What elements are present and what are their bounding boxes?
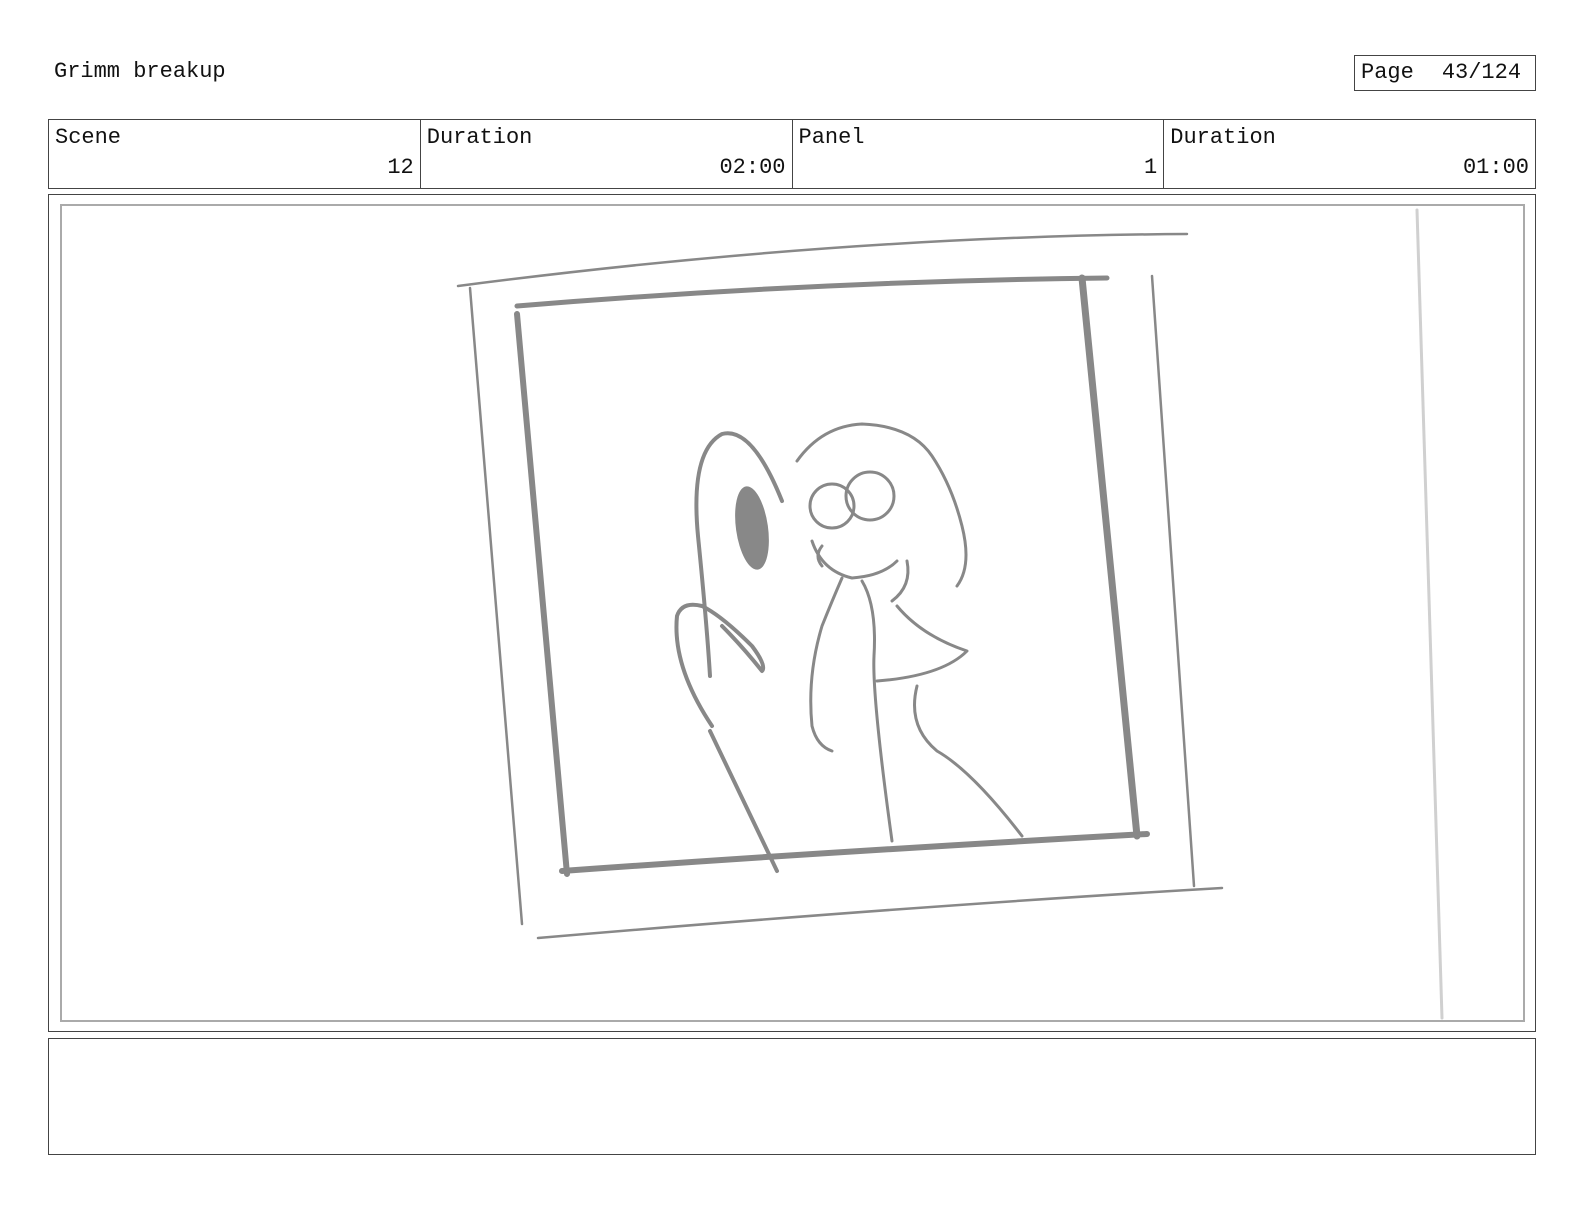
- girl-figure: [795, 422, 1024, 843]
- scene-cell: Scene 12: [49, 120, 421, 188]
- wall-edge-line: [1415, 208, 1444, 1020]
- notes-box: [48, 1038, 1536, 1155]
- panel-label: Panel: [798, 125, 865, 150]
- scene-value: 12: [387, 155, 414, 180]
- inner-photo-frame: [514, 274, 1150, 877]
- scene-label: Scene: [55, 125, 122, 150]
- panel-duration-value: 01:00: [1462, 155, 1529, 180]
- panel-image: [60, 204, 1525, 1022]
- creature-figure: [674, 431, 784, 873]
- panel-duration-cell: Duration 01:00: [1164, 120, 1535, 188]
- page-indicator: Page 43/124: [1354, 55, 1536, 91]
- scene-duration-label: Duration: [426, 125, 533, 150]
- scene-duration-cell: Duration 02:00: [421, 120, 793, 188]
- panel-value: 1: [1144, 155, 1158, 180]
- panel-frame: [48, 194, 1536, 1032]
- page-label: Page: [1361, 60, 1414, 85]
- page-number: 43/124: [1441, 60, 1522, 85]
- panel-duration-label: Duration: [1170, 125, 1276, 150]
- panel-cell: Panel 1: [793, 120, 1165, 188]
- info-row: Scene 12 Duration 02:00 Panel 1 Duration…: [48, 119, 1536, 189]
- storyboard-title: Grimm breakup: [54, 59, 226, 84]
- sketch-drawing: [456, 208, 1444, 1020]
- scene-duration-value: 02:00: [719, 155, 786, 180]
